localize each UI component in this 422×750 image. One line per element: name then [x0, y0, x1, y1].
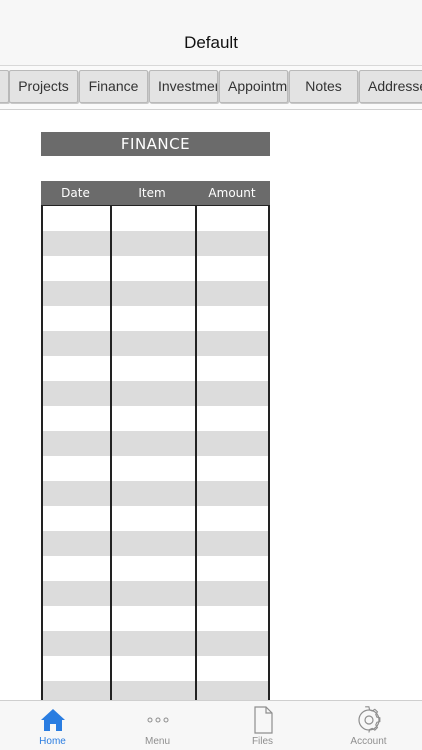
table-row[interactable]	[43, 381, 268, 406]
more-icon	[105, 706, 210, 734]
file-icon	[210, 706, 315, 734]
tab-notes[interactable]: Notes	[289, 70, 358, 103]
table-row[interactable]	[43, 356, 268, 381]
category-tab-strip[interactable]: Projects Finance Investments Appointment…	[0, 66, 422, 110]
tab-finance[interactable]: Finance	[79, 70, 148, 103]
tab-investments[interactable]: Investments	[149, 70, 218, 103]
table-row[interactable]	[43, 656, 268, 681]
tabbar-files-label: Files	[251, 736, 274, 747]
table-row[interactable]	[43, 606, 268, 631]
tabbar-home-label: Home	[39, 736, 66, 747]
table-row[interactable]	[43, 531, 268, 556]
screen: Default Projects Finance Investments App…	[0, 0, 422, 750]
tab-previous[interactable]	[0, 70, 9, 103]
table-row[interactable]	[43, 581, 268, 606]
tabbar-files[interactable]: Files	[210, 701, 315, 750]
table-row[interactable]	[43, 506, 268, 531]
home-icon	[0, 706, 105, 734]
table-row[interactable]	[43, 256, 268, 281]
table-row[interactable]	[43, 206, 268, 231]
table-row[interactable]	[43, 331, 268, 356]
table-row[interactable]	[43, 431, 268, 456]
table-row[interactable]	[43, 281, 268, 306]
finance-table-header: Date Item Amount	[41, 181, 270, 205]
tabbar-home[interactable]: Home	[0, 701, 105, 750]
column-header-item: Item	[138, 186, 166, 200]
column-divider	[195, 206, 197, 702]
table-row[interactable]	[43, 456, 268, 481]
gear-icon	[315, 706, 422, 734]
column-header-date: Date	[61, 186, 90, 200]
table-row[interactable]	[43, 306, 268, 331]
table-row[interactable]	[43, 631, 268, 656]
table-row[interactable]	[43, 231, 268, 256]
navigation-bar: Default	[0, 0, 422, 66]
table-row[interactable]	[43, 406, 268, 431]
table-row[interactable]	[43, 481, 268, 506]
page-title: Default	[184, 33, 238, 52]
tab-appointments[interactable]: Appointments	[219, 70, 288, 103]
tabbar-menu[interactable]: Menu	[105, 701, 210, 750]
tabbar-account-label: Account	[350, 736, 387, 747]
tabbar-account[interactable]: Account	[315, 701, 422, 750]
table-row[interactable]	[43, 556, 268, 581]
finance-section-title: FINANCE	[41, 132, 270, 156]
finance-table-body[interactable]	[41, 205, 270, 702]
table-row[interactable]	[43, 681, 268, 702]
bottom-tab-bar: Home Menu Files Account	[0, 700, 422, 750]
tabbar-menu-label: Menu	[144, 736, 170, 747]
tab-projects[interactable]: Projects	[9, 70, 78, 103]
column-divider	[110, 206, 112, 702]
tab-addresses[interactable]: Addresses	[359, 70, 422, 103]
column-header-amount: Amount	[208, 186, 256, 200]
